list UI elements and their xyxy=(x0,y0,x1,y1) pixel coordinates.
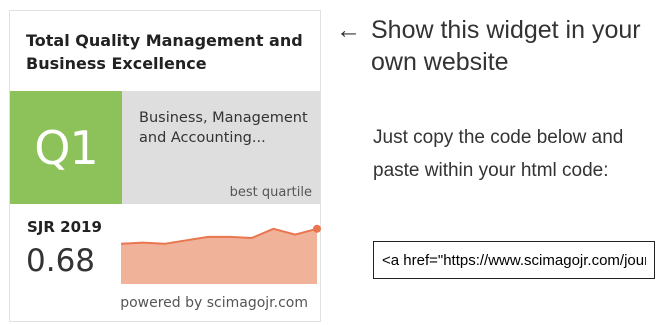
scimago-widget[interactable]: Total Quality Management and Business Ex… xyxy=(9,10,321,322)
embed-code-input[interactable] xyxy=(373,241,655,279)
sjr-last-point xyxy=(313,224,321,233)
copy-instructions: Just copy the code below and paste withi… xyxy=(373,127,624,181)
powered-by-link[interactable]: powered by scimagojr.com xyxy=(120,295,308,311)
best-quartile-label: best quartile xyxy=(229,185,312,200)
page: Total Quality Management and Business Ex… xyxy=(0,0,658,325)
sjr-value: 0.68 xyxy=(26,243,96,279)
widget-heading: Show this widget in your own website xyxy=(371,16,641,76)
category-panel: Business, Management and Accounting... b… xyxy=(122,91,320,204)
quartile-badge: Q1 xyxy=(10,91,122,204)
sjr-year-label: SJR 2019 xyxy=(27,218,102,236)
journal-title[interactable]: Total Quality Management and Business Ex… xyxy=(26,29,316,75)
sjr-trend-chart xyxy=(121,224,321,284)
left-arrow-icon: ← xyxy=(336,16,361,44)
category-text: Business, Management and Accounting... xyxy=(139,110,308,146)
quartile-label: Q1 xyxy=(34,120,98,175)
